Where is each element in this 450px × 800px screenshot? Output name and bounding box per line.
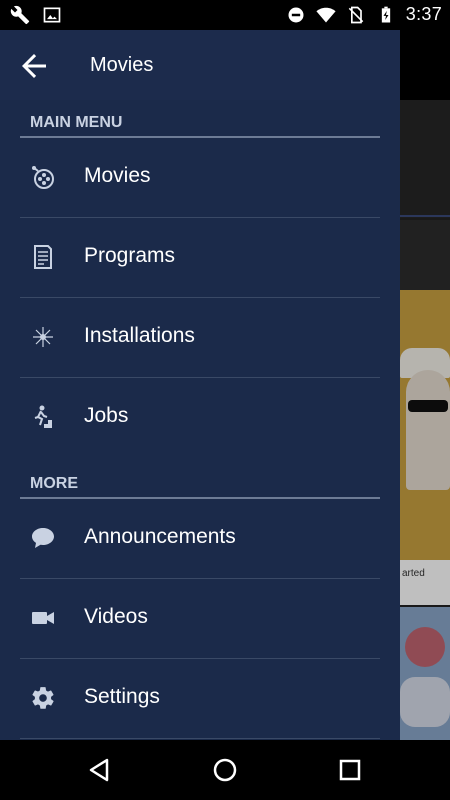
menu-item-label: Programs (84, 244, 176, 267)
sparkle-icon (33, 327, 53, 347)
drawer-title: Movies (90, 54, 154, 76)
section-title: MORE (30, 475, 78, 492)
section-header-main-menu: MAIN MENU (20, 100, 380, 138)
image-icon (43, 7, 61, 23)
menu-item-installations[interactable]: Installations (20, 298, 380, 378)
back-triangle-icon[interactable] (85, 755, 115, 785)
back-arrow-icon (22, 54, 46, 78)
menu-item-jobs[interactable]: Jobs (20, 378, 380, 457)
menu-item-videos[interactable]: Videos (20, 579, 380, 659)
section-title: MAIN MENU (30, 114, 123, 131)
system-navigation-bar (0, 740, 450, 800)
status-bar: 3:37 (0, 0, 450, 30)
clock: 3:37 (405, 4, 442, 24)
drawer-header: Movies (0, 30, 400, 100)
home-circle-icon[interactable] (210, 755, 240, 785)
menu-item-programs[interactable]: Programs (20, 218, 380, 298)
menu-item-label: Installations (84, 324, 195, 347)
menu-item-announcements[interactable]: Announcements (20, 499, 380, 579)
section-header-more: MORE (20, 457, 380, 499)
film-reel-icon (32, 166, 54, 189)
video-camera-icon (32, 612, 54, 624)
back-button[interactable] (16, 48, 52, 84)
menu-item-settings[interactable]: Settings (20, 659, 380, 739)
menu-item-label: Videos (84, 605, 148, 628)
person-climbing-stairs-icon (34, 405, 52, 428)
speech-bubble-icon (32, 528, 54, 548)
menu-item-label: Settings (84, 685, 160, 708)
wifi-icon (316, 7, 336, 22)
do-not-disturb-icon (288, 7, 304, 22)
menu-item-movies[interactable]: Movies (20, 138, 380, 218)
no-sim-icon (348, 6, 364, 23)
menu-item-label: Jobs (84, 404, 129, 427)
navigation-drawer: Movies MAIN MENU Movies Programs Install… (0, 30, 400, 740)
battery-charging-icon (381, 6, 390, 22)
document-icon (34, 245, 52, 269)
wrench-icon (10, 5, 30, 25)
menu-item-label: Announcements (84, 525, 236, 548)
drawer-scrim[interactable] (400, 30, 450, 740)
menu-item-label: Movies (84, 164, 151, 187)
gear-icon (32, 687, 54, 709)
recents-square-icon[interactable] (335, 755, 365, 785)
